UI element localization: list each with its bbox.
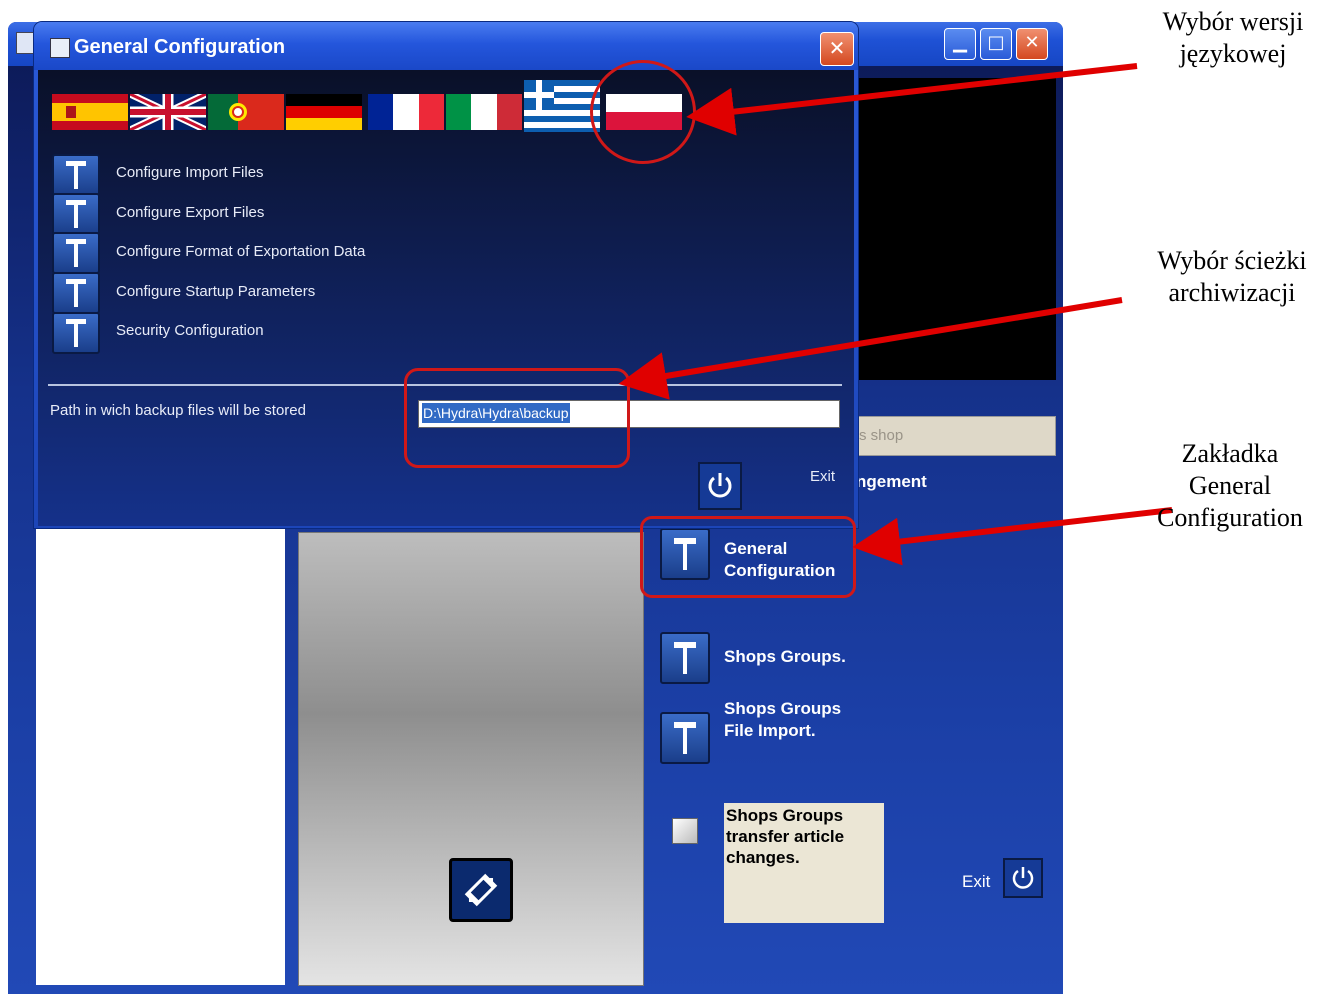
hammer-icon <box>66 161 86 189</box>
archive-annotation-line-2: archiwizacji <box>1168 278 1296 307</box>
transfer-line-3: changes. <box>726 848 800 867</box>
general-annotation: Zakładka General Configuration <box>1130 438 1330 538</box>
portugal-flag-icon[interactable] <box>208 94 284 130</box>
shops-groups-label: Shops Groups. <box>724 647 846 666</box>
configure-startup-label[interactable]: Configure Startup Parameters <box>116 283 315 300</box>
transfer-checkbox[interactable] <box>672 818 698 844</box>
backup-highlight-ring <box>404 368 630 468</box>
security-configuration-button[interactable] <box>52 312 100 354</box>
italy-flag-icon[interactable] <box>446 94 522 130</box>
archive-annotation: Wybór ścieżki archiwizacji <box>1132 245 1332 309</box>
configure-format-label[interactable]: Configure Format of Exportation Data <box>116 243 365 260</box>
file-import-label-1: Shops Groups <box>724 699 842 718</box>
greece-flag-icon[interactable] <box>524 80 600 132</box>
hammer-icon <box>674 642 696 674</box>
power-icon <box>708 473 732 498</box>
power-icon <box>1012 867 1034 889</box>
configure-export-files-button[interactable] <box>52 193 100 235</box>
general-annotation-line-1: Zakładka <box>1181 439 1279 468</box>
maximize-icon[interactable]: □ <box>980 28 1012 60</box>
transfer-icon <box>464 873 498 907</box>
configure-format-button[interactable] <box>52 232 100 274</box>
france-flag-icon[interactable] <box>368 94 444 130</box>
transfer-button[interactable] <box>449 858 513 922</box>
configure-import-files-button[interactable] <box>52 154 100 196</box>
hammer-icon <box>66 200 86 228</box>
language-annotation-line-2: językowej <box>1179 39 1287 68</box>
minimize-icon[interactable]: ▁ <box>944 28 976 60</box>
security-configuration-label[interactable]: Security Configuration <box>116 322 264 339</box>
preview-panel <box>846 78 1056 380</box>
dialog-app-icon <box>50 38 70 58</box>
shops-groups-button[interactable] <box>660 632 710 684</box>
dialog-exit-label: Exit <box>810 468 836 485</box>
management-label: ngement <box>856 472 927 491</box>
backup-path-label: Path in wich backup files will be stored <box>50 402 306 419</box>
general-annotation-line-3: Configuration <box>1157 503 1303 532</box>
hammer-icon <box>674 722 696 754</box>
main-exit-label: Exit <box>962 872 991 891</box>
dialog-title-bar[interactable]: General Configuration ✕ <box>34 22 858 70</box>
configure-import-files-label[interactable]: Configure Import Files <box>116 164 264 181</box>
transfer-line-1: Shops Groups <box>726 806 844 825</box>
general-annotation-line-2: General <box>1188 471 1272 500</box>
dialog-title: General Configuration <box>74 36 286 58</box>
hammer-icon <box>66 239 86 267</box>
main-exit-button[interactable] <box>1003 858 1043 898</box>
close-icon[interactable]: ✕ <box>1016 28 1048 60</box>
hammer-icon <box>66 279 86 307</box>
archive-annotation-line-1: Wybór ścieżki <box>1157 246 1307 275</box>
language-annotation-line-1: Wybór wersji <box>1162 7 1304 36</box>
hammer-icon <box>66 319 86 347</box>
germany-flag-icon[interactable] <box>286 94 362 130</box>
dialog-exit-button[interactable] <box>698 462 742 510</box>
shop-field[interactable]: s shop <box>858 416 1056 456</box>
spain-flag-icon[interactable] <box>52 94 128 130</box>
general-highlight-ring <box>640 516 856 598</box>
language-annotation: Wybór wersji językowej <box>1140 6 1326 70</box>
shops-list[interactable] <box>36 522 285 985</box>
dialog-close-icon[interactable]: ✕ <box>820 32 854 66</box>
shops-groups-file-import-button[interactable] <box>660 712 710 764</box>
configure-export-files-label[interactable]: Configure Export Files <box>116 204 264 221</box>
configure-startup-button[interactable] <box>52 272 100 314</box>
uk-flag-icon[interactable] <box>130 94 206 130</box>
file-import-label-2: File Import. <box>724 721 816 740</box>
flag-highlight-ring <box>590 60 696 164</box>
transfer-line-2: transfer article <box>726 827 845 846</box>
transfer-label: Shops Groups transfer article changes. <box>726 805 844 868</box>
